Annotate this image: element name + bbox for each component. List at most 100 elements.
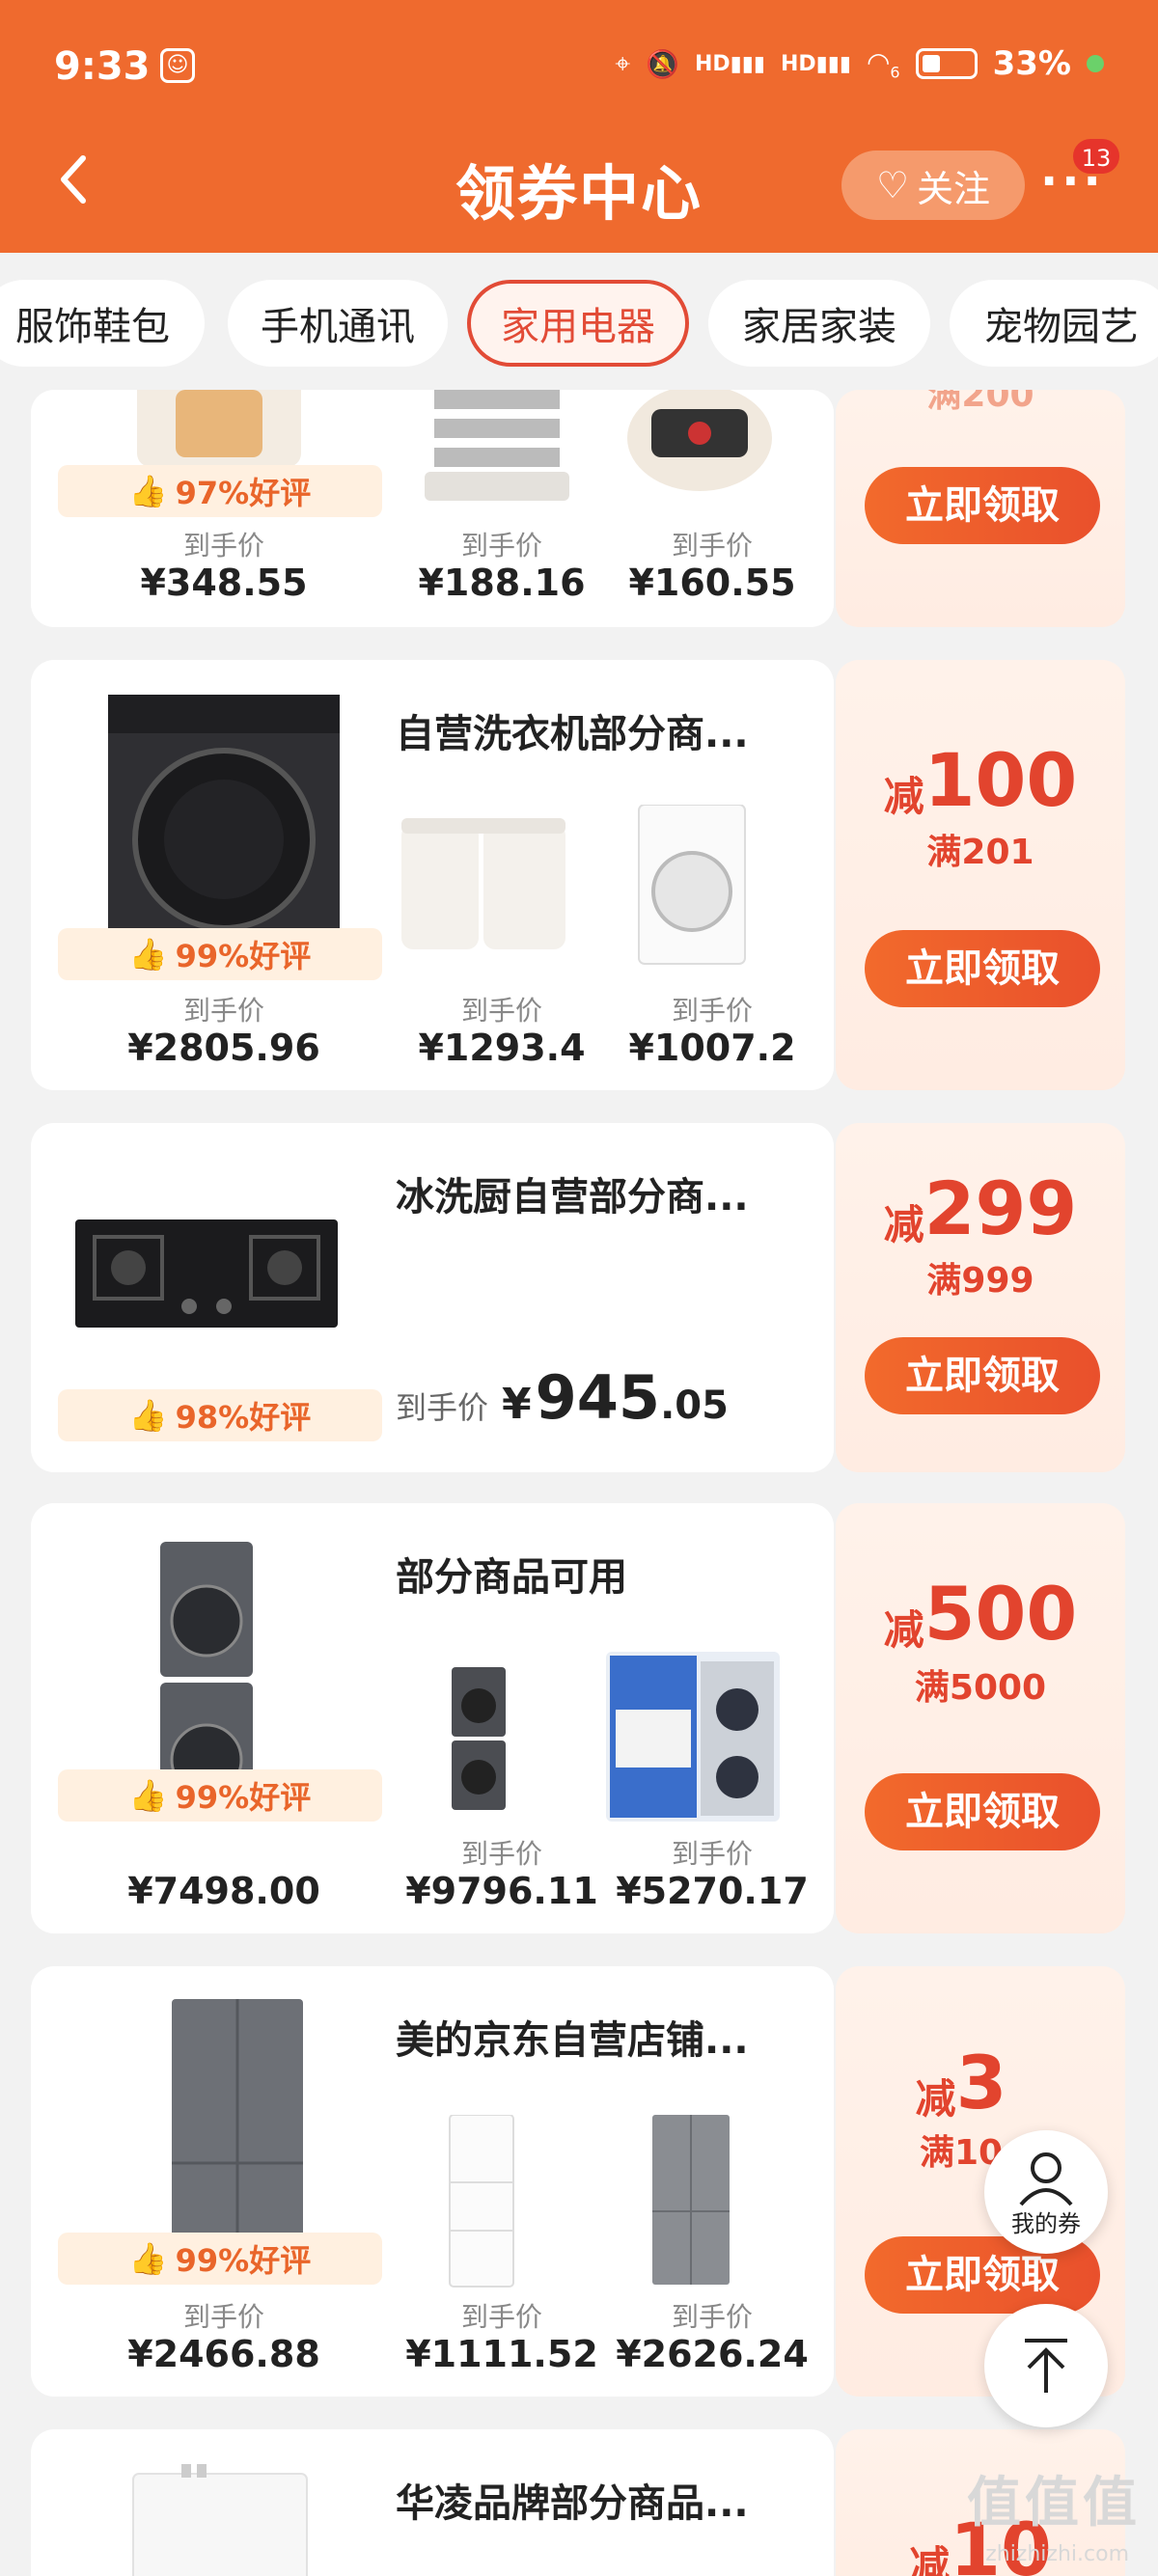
follow-label: 关注	[917, 167, 991, 210]
mute-bell-icon: 🔕	[646, 47, 679, 80]
arrow-up-icon	[1025, 2339, 1067, 2393]
product-image	[652, 2115, 730, 2285]
coupon-title: 美的京东自营店铺...	[396, 2018, 749, 2063]
product-image	[449, 2115, 514, 2288]
rating-badge: 👍 99%好评	[58, 2233, 382, 2285]
status-bar: 9:33 ☺ ⌖ 🔕 HD▮▮▮ HD▮▮▮ ◠6 33%	[0, 0, 1158, 135]
tab-home-furnishing[interactable]: 家居家装	[708, 280, 930, 367]
price-value: ¥188.16	[418, 562, 586, 604]
coupon-card[interactable]: 华凌品牌部分商品...	[31, 2429, 834, 2576]
price-decimal: .05	[660, 1384, 729, 1428]
app-header: 9:33 ☺ ⌖ 🔕 HD▮▮▮ HD▮▮▮ ◠6 33% 领券中心 ♡ 关注 …	[0, 0, 1158, 253]
signal-icon-1: HD▮▮▮	[694, 51, 765, 76]
price-symbol: ¥	[502, 1380, 532, 1429]
coupon-title: 华凌品牌部分商品...	[396, 2481, 749, 2526]
price-label: 到手价	[460, 2301, 542, 2333]
coupon-condition: 满999	[926, 1261, 1034, 1301]
price-integer: 945	[535, 1362, 661, 1433]
claim-button[interactable]: 立即领取	[865, 467, 1100, 544]
coupon-card[interactable]: 👍 99%好评 部分商品可用 ¥7498.00 到手价 ¥9796.11 到手价 …	[31, 1503, 834, 1933]
notification-app-icon: ☺	[160, 48, 195, 83]
product-image	[606, 1652, 780, 1822]
back-to-top-button[interactable]	[984, 2304, 1108, 2427]
claim-button[interactable]: 立即领取	[865, 930, 1100, 1007]
my-coupons-button[interactable]: 我的券	[984, 2130, 1108, 2254]
rating-badge: 👍 99%好评	[58, 928, 382, 980]
status-icons: ⌖ 🔕 HD▮▮▮ HD▮▮▮ ◠6 33%	[615, 44, 1104, 83]
message-badge: 13	[1071, 137, 1121, 176]
price-value: ¥5270.17	[616, 1870, 809, 1912]
thumbs-up-icon: 👍	[128, 2240, 168, 2277]
price-block: 到手价 ¥ 945 .05	[396, 1362, 729, 1433]
wifi-icon: ◠6	[866, 45, 900, 82]
price-label: 到手价	[182, 2301, 264, 2333]
tab-home-appliances[interactable]: 家用电器	[467, 280, 689, 367]
user-icon	[1019, 2151, 1073, 2206]
price-label: 到手价	[671, 2301, 753, 2333]
price-label: 到手价	[460, 1838, 542, 1870]
coupon-card[interactable]: 👍 99%好评 自营洗衣机部分商... 到手价 ¥2805.96 到手价 ¥129…	[31, 660, 834, 1090]
coupon-title: 部分商品可用	[396, 1555, 627, 1600]
product-image	[108, 695, 340, 955]
claim-button[interactable]: 立即领取	[865, 1773, 1100, 1850]
category-tabs: 服饰鞋包 手机通讯 家用电器 家居家装 宠物园艺	[0, 253, 1158, 390]
battery-icon	[915, 48, 978, 79]
thumbs-up-icon: 👍	[128, 1777, 168, 1814]
coupon-amount: 减500	[883, 1571, 1078, 1657]
price-value: ¥9796.11	[405, 1870, 598, 1912]
thumbs-up-icon: 👍	[128, 473, 168, 509]
coupon-card[interactable]: 👍 99%好评 美的京东自营店铺... 到手价 ¥2466.88 到手价 ¥111…	[31, 1966, 834, 2397]
nav-bar: 领券中心 ♡ 关注 ··· 13	[0, 135, 1158, 253]
follow-button[interactable]: ♡ 关注	[841, 151, 1025, 220]
rating-badge: 👍 99%好评	[58, 1769, 382, 1822]
coupon-condition: 满5000	[914, 1668, 1047, 1708]
price-label: 到手价	[182, 530, 264, 562]
coupon-panel: 减500 满5000 立即领取	[836, 1503, 1125, 1933]
price-value: ¥2466.88	[127, 2333, 320, 2375]
watermark-url: zhizhizhi.com	[985, 2542, 1129, 2566]
thumbs-up-icon: 👍	[128, 1397, 168, 1434]
coupon-condition: 满200	[926, 390, 1034, 415]
price-label: 到手价	[460, 995, 542, 1027]
product-image	[132, 2464, 308, 2576]
location-icon: ⌖	[615, 47, 631, 79]
product-image	[401, 818, 565, 949]
battery-percent: 33%	[992, 44, 1071, 83]
coupon-panel: 减299 满999 立即领取	[836, 1123, 1125, 1472]
coupon-panel: 满200 立即领取	[836, 390, 1125, 627]
price-label: 到手价	[396, 1389, 489, 1426]
thumbs-up-icon: 👍	[128, 936, 168, 973]
tab-fashion[interactable]: 服饰鞋包	[0, 280, 205, 367]
price-label: 到手价	[182, 995, 264, 1027]
price-value: ¥1293.4	[418, 1027, 586, 1069]
price-label: 到手价	[460, 530, 542, 562]
status-time: 9:33	[54, 44, 151, 89]
product-image	[638, 805, 746, 965]
tab-pets-garden[interactable]: 宠物园艺	[950, 280, 1158, 367]
rating-badge: 👍 97%好评	[58, 465, 382, 517]
product-image	[452, 1667, 506, 1810]
rating-badge: 👍 98%好评	[58, 1389, 382, 1441]
product-image	[137, 390, 301, 467]
my-coupons-label: 我的券	[1011, 2209, 1081, 2237]
product-image	[75, 1219, 338, 1328]
tab-phones[interactable]: 手机通讯	[228, 280, 448, 367]
coupon-title: 冰洗厨自营部分商...	[396, 1175, 749, 1219]
heart-plus-icon: ♡	[875, 164, 910, 206]
price-value: ¥348.55	[140, 562, 308, 604]
coupon-title: 自营洗衣机部分商...	[396, 712, 749, 756]
price-value: ¥1111.52	[405, 2333, 598, 2375]
price-value: ¥1007.2	[628, 1027, 796, 1069]
privacy-indicator-dot	[1087, 55, 1104, 72]
coupon-card[interactable]: 👍 98%好评 冰洗厨自营部分商... 到手价 ¥ 945 .05	[31, 1123, 834, 1472]
claim-button[interactable]: 立即领取	[865, 1337, 1100, 1414]
price-label: 到手价	[671, 1838, 753, 1870]
price-value: ¥160.55	[628, 562, 796, 604]
coupon-card[interactable]: 👍 97%好评 到手价 ¥348.55 到手价 ¥188.16 到手价 ¥160.…	[31, 390, 834, 627]
coupon-amount: 减100	[883, 737, 1078, 823]
signal-icon-2: HD▮▮▮	[780, 51, 851, 76]
price-value: ¥2626.24	[616, 2333, 809, 2375]
coupon-panel: 减100 满201 立即领取	[836, 660, 1125, 1090]
coupon-amount: 减299	[883, 1165, 1078, 1251]
price-label: 到手价	[671, 995, 753, 1027]
